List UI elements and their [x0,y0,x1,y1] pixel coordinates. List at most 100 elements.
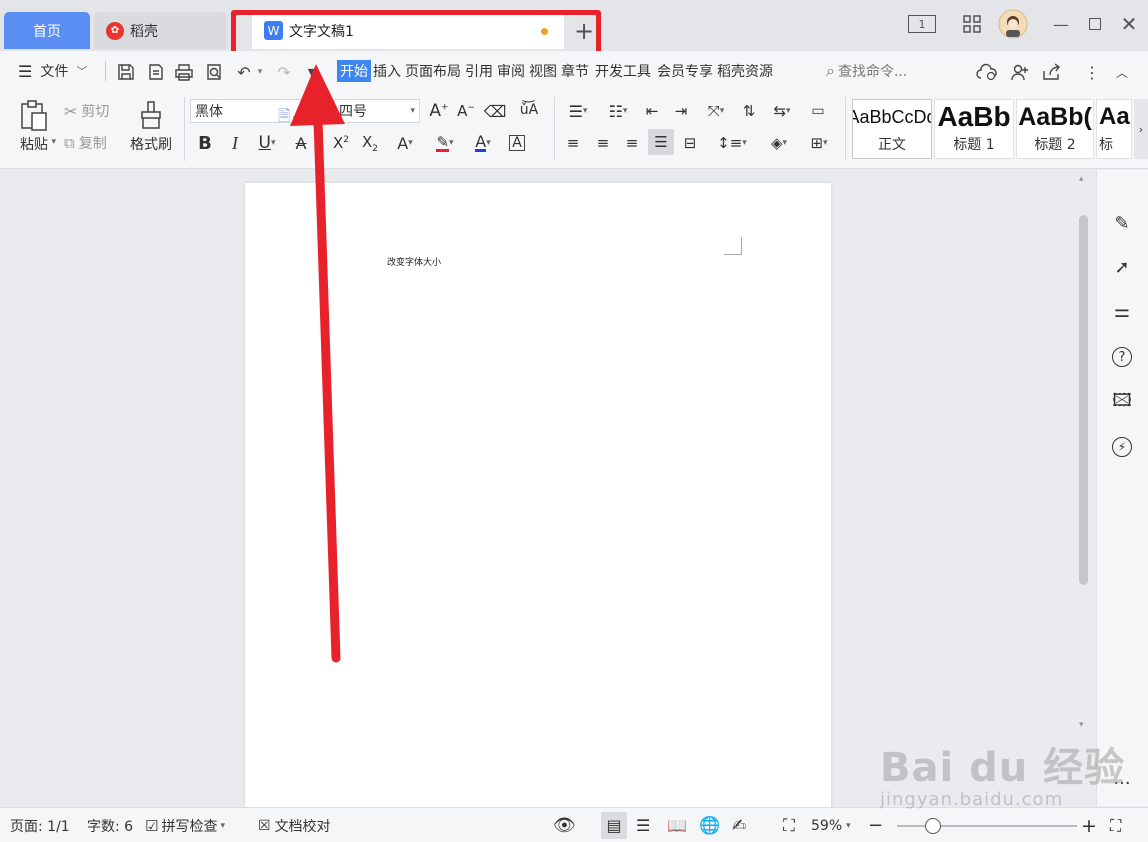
close-button[interactable]: ✕ [1118,10,1140,38]
zoom-out-button[interactable]: − [868,808,883,842]
scroll-up-icon[interactable]: ▴ [1079,174,1084,184]
page-view-button[interactable]: 1 [906,10,938,38]
document-text[interactable]: 改变字体大小 [387,255,441,268]
tab-chapter[interactable]: 章节 [561,61,589,81]
tab-home[interactable]: 首页 [4,12,90,49]
quick-access-more-button[interactable]: ▼ [300,60,324,84]
zoom-slider-thumb[interactable] [925,818,941,834]
document-page[interactable]: 改变字体大小 [245,183,831,823]
adjust-button[interactable]: ⚌ [1109,298,1135,324]
style-normal[interactable]: AaBbCcDd 正文 [852,99,932,159]
zoom-select[interactable]: 59% ▾ [811,808,851,842]
help-button[interactable]: ? [1109,344,1135,370]
text-direction-button[interactable]: ⤧ ▾ [700,99,732,123]
scrollbar-thumb[interactable] [1079,215,1088,585]
font-name-select[interactable]: 黑体 [190,99,330,123]
undo-button[interactable]: ↶ [232,60,256,84]
edit-pen-button[interactable]: ✎ [1109,210,1135,236]
sort-button[interactable]: ⇅ [738,99,760,123]
tab-start[interactable]: 开始 [337,60,371,82]
reading-view-button[interactable]: 📖 [667,808,687,842]
font-size-select[interactable]: 四号 ▾ [334,99,420,123]
tab-insert[interactable]: 插入 [373,61,401,81]
web-view-button[interactable]: 🌐 [699,808,720,842]
print-button[interactable] [172,60,196,84]
bullet-list-button[interactable]: ☰ ▾ [562,99,594,123]
underline-button[interactable]: U ▾ [252,131,282,155]
zoom-slider[interactable] [897,825,1077,827]
numbered-list-button[interactable]: ☷ ▾ [602,99,634,123]
writing-mode-button[interactable]: ✍ [732,808,746,842]
tab-review[interactable]: 审阅 [497,61,525,81]
cloud-sync-button[interactable] [975,60,999,84]
italic-button[interactable]: I [224,131,246,155]
undo-dropdown[interactable]: ▾ [255,60,265,84]
more-options-button[interactable]: ⋮ [1080,60,1104,84]
align-left-button[interactable]: ≡ [562,131,584,155]
vertical-scrollbar[interactable]: ▴ ▾ [1077,170,1091,806]
outline-view-button[interactable]: ☰ [636,808,650,842]
select-button[interactable]: ➚ [1109,254,1135,280]
justify-button[interactable]: ☰ [648,129,674,155]
ruler-button[interactable]: ▭ [806,99,830,123]
text-effect-button[interactable]: A ▾ [388,131,422,155]
export-pdf-button[interactable] [144,60,168,84]
paragraph-handle-icon[interactable]: 🗎 ▾ [278,105,297,132]
file-menu[interactable]: ☰ 文件 ﹀ [18,51,87,91]
proofread-button[interactable]: ☒ 文档校对 [258,808,331,842]
share-button[interactable] [1040,60,1064,84]
align-center-button[interactable]: ≡ [592,131,614,155]
print-preview-button[interactable] [202,60,226,84]
font-color-button[interactable]: A ▾ [466,131,500,155]
tab-view[interactable]: 视图 [529,61,557,81]
tab-daoke-resources[interactable]: 稻壳资源 [717,61,773,81]
scroll-down-icon[interactable]: ▾ [1079,720,1084,730]
style-heading-2[interactable]: AaBb( 标题 2 [1016,99,1094,159]
pinyin-guide-button[interactable]: ǔ͝A [512,97,546,123]
strikethrough-button[interactable]: A [290,131,312,155]
shading-button[interactable]: ◈ ▾ [762,131,796,155]
apps-grid-button[interactable] [960,10,984,38]
char-border-button[interactable]: A [506,131,528,155]
minimize-button[interactable]: — [1051,10,1071,38]
page-count[interactable]: 页面: 1/1 [10,808,70,842]
zoom-in-button[interactable]: + [1081,808,1097,842]
page-view-mode-button[interactable]: ▤ [601,812,627,839]
redo-button[interactable]: ↷ [272,60,296,84]
style-heading-3[interactable]: AaBb 标 [1096,99,1132,159]
borders-button[interactable]: ⊞ ▾ [802,131,836,155]
bold-button[interactable]: B [194,131,216,155]
subscript-button[interactable]: X2 [358,131,382,155]
collapse-ribbon-button[interactable]: ︿ [1110,60,1134,84]
decrease-indent-button[interactable]: ⇤ [641,99,663,123]
format-painter-button[interactable]: 格式刷 [126,97,176,157]
eye-protection-button[interactable]: 👁 [553,808,576,842]
increase-indent-button[interactable]: ⇥ [670,99,692,123]
fullscreen-button[interactable]: ⛶ [1110,808,1121,842]
paragraph-mark-button[interactable]: ⇆ ▾ [766,99,798,123]
superscript-button[interactable]: X2 [330,131,352,155]
align-right-button[interactable]: ≡ [621,131,643,155]
distributed-button[interactable]: ⊟ [679,131,701,155]
quick-action-button[interactable]: ⚡ [1109,434,1135,460]
tab-daoke[interactable]: ✿ 稻壳 [94,12,226,49]
tab-page-layout[interactable]: 页面布局 [405,61,461,81]
clear-format-button[interactable]: ⌫ [484,99,507,123]
styles-scroll-button[interactable]: › [1134,99,1148,159]
cut-button[interactable]: ✂ 剪切 [64,99,109,123]
word-count[interactable]: 字数: 6 [87,808,133,842]
paste-button[interactable]: 粘贴 ▾ [10,97,58,157]
style-heading-1[interactable]: AaBb 标题 1 [934,99,1014,159]
save-button[interactable] [114,60,138,84]
tab-member[interactable]: 会员专享 [657,61,713,81]
share-user-button[interactable] [1008,60,1032,84]
grow-font-button[interactable]: A+ [428,99,450,123]
tab-references[interactable]: 引用 [465,61,493,81]
tab-developer[interactable]: 开发工具 [595,61,651,81]
copy-button[interactable]: ⧉ 复制 [64,131,107,155]
avatar[interactable] [998,9,1028,39]
spellcheck-button[interactable]: ☑ 拼写检查 ▾ [145,808,225,842]
line-spacing-button[interactable]: ↕≡ ▾ [714,131,750,155]
shrink-font-button[interactable]: A− [455,99,477,123]
image-tool-button[interactable]: 🖾 [1109,390,1135,416]
